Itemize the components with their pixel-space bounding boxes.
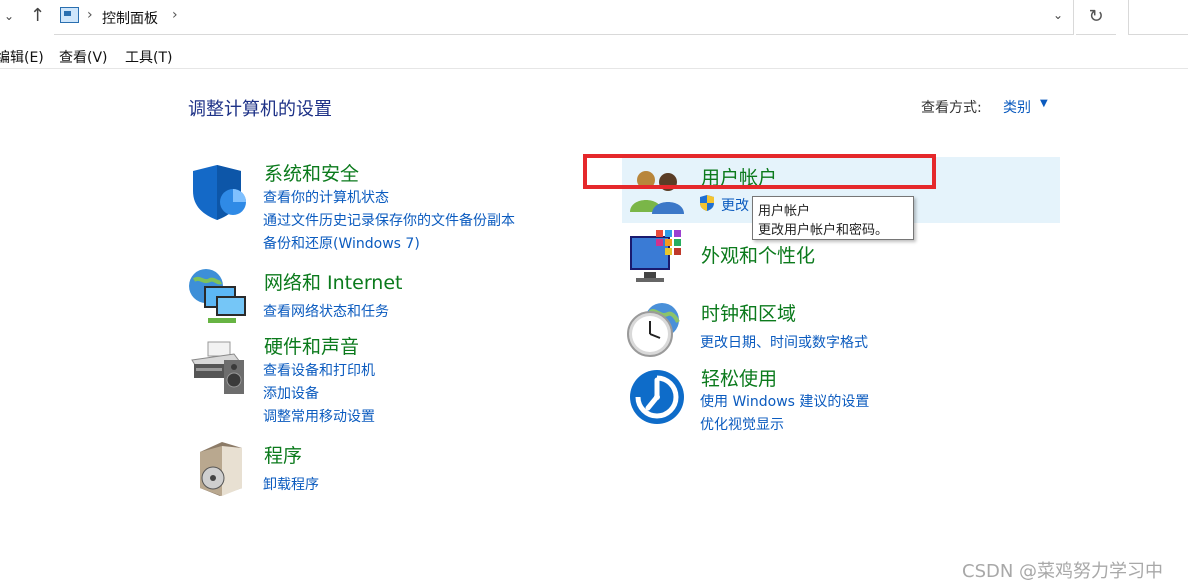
page-title: 调整计算机的设置	[188, 99, 332, 120]
breadcrumb-separator-icon[interactable]: ›	[172, 7, 178, 23]
highlight-annotation-box	[583, 154, 936, 189]
control-panel-icon	[60, 7, 79, 23]
ease-of-access-icon[interactable]	[628, 368, 686, 426]
refresh-button[interactable]: ↻	[1076, 0, 1116, 35]
up-arrow-icon[interactable]: ↑	[30, 5, 45, 26]
view-mode-caret-icon[interactable]: ▼	[1040, 98, 1048, 109]
link-change-date-time-format[interactable]: 更改日期、时间或数字格式	[700, 332, 868, 352]
recent-locations-chevron-icon[interactable]: ⌄	[4, 9, 14, 23]
link-backup-restore[interactable]: 备份和还原(Windows 7)	[263, 233, 420, 253]
menu-tools[interactable]: 工具(T)	[125, 47, 172, 67]
menu-divider	[0, 68, 1188, 69]
link-uninstall-program[interactable]: 卸载程序	[263, 474, 319, 494]
address-bar: ⌄ ↑ › 控制面板 › ⌄ ↻	[0, 0, 1188, 36]
category-system-security[interactable]: 系统和安全	[264, 159, 359, 186]
menu-edit[interactable]: 编辑(E)	[0, 47, 44, 67]
breadcrumb-separator-icon[interactable]: ›	[87, 7, 93, 23]
category-appearance[interactable]: 外观和个性化	[701, 241, 815, 268]
address-dropdown-chevron-icon[interactable]: ⌄	[1053, 8, 1063, 22]
menu-view[interactable]: 查看(V)	[59, 47, 108, 67]
link-mobility-settings[interactable]: 调整常用移动设置	[263, 406, 375, 426]
link-file-history-backup[interactable]: 通过文件历史记录保存你的文件备份副本	[263, 210, 515, 230]
watermark: CSDN @菜鸡努力学习中	[962, 561, 1164, 582]
system-security-shield-icon[interactable]	[190, 163, 248, 221]
tooltip-description: 更改用户帐户和密码。	[758, 223, 889, 238]
link-windows-recommended-settings[interactable]: 使用 Windows 建议的设置	[700, 391, 869, 411]
search-input[interactable]	[1128, 0, 1188, 35]
link-add-device[interactable]: 添加设备	[263, 383, 319, 403]
user-accounts-tooltip: 用户帐户 更改用户帐户和密码。	[752, 196, 914, 240]
category-clock-region[interactable]: 时钟和区域	[701, 299, 796, 326]
category-network-internet[interactable]: 网络和 Internet	[264, 268, 402, 295]
category-programs[interactable]: 程序	[264, 441, 302, 468]
network-globe-icon[interactable]	[188, 266, 250, 326]
menu-bar: 编辑(E) 查看(V) 工具(T)	[0, 44, 1188, 68]
address-box[interactable]: › 控制面板 › ⌄	[54, 0, 1074, 35]
refresh-icon: ↻	[1088, 6, 1104, 27]
category-hardware-sound[interactable]: 硬件和声音	[264, 332, 359, 359]
clock-region-icon[interactable]	[626, 302, 684, 358]
breadcrumb-control-panel[interactable]: 控制面板	[102, 8, 158, 28]
view-mode-dropdown[interactable]: 类别	[1003, 97, 1031, 117]
tooltip-title: 用户帐户	[758, 204, 811, 219]
link-view-computer-status[interactable]: 查看你的计算机状态	[263, 187, 389, 207]
programs-box-icon[interactable]	[196, 440, 246, 496]
printer-speaker-icon[interactable]	[190, 340, 248, 396]
appearance-personalization-icon[interactable]	[628, 228, 688, 288]
view-mode-label: 查看方式:	[921, 100, 982, 116]
link-change-account[interactable]: 更改	[721, 195, 749, 215]
link-network-status[interactable]: 查看网络状态和任务	[263, 301, 389, 321]
link-devices-printers[interactable]: 查看设备和打印机	[263, 360, 375, 380]
category-ease-of-access[interactable]: 轻松使用	[701, 364, 777, 391]
uac-shield-icon	[700, 195, 714, 211]
link-optimize-visual-display[interactable]: 优化视觉显示	[700, 414, 784, 434]
